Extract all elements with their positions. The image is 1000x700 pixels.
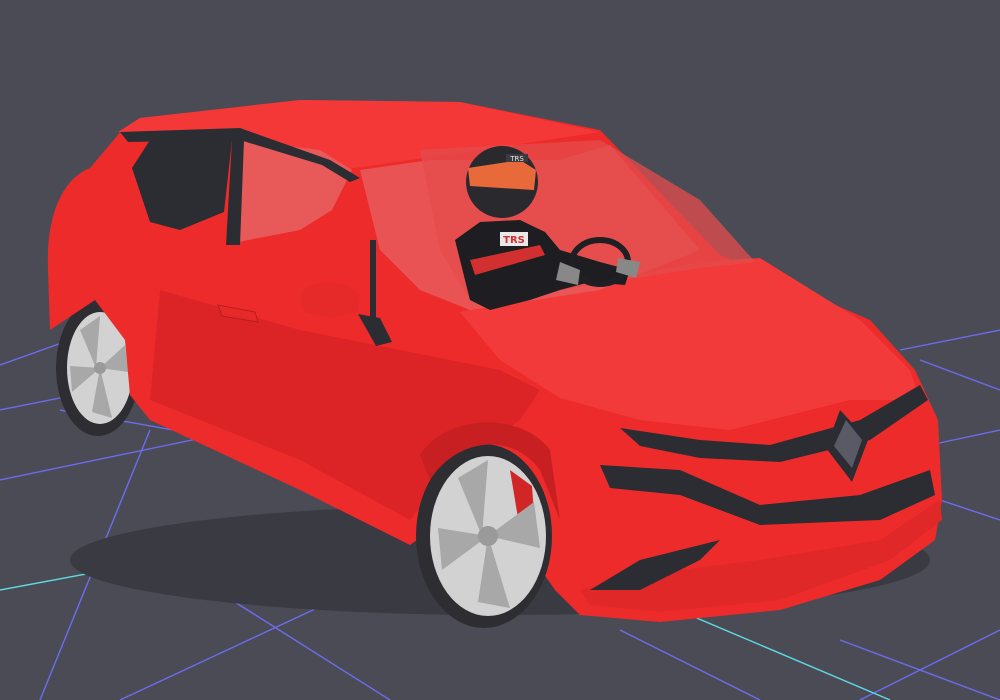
driver-suit-text: TRS <box>503 235 525 246</box>
front-hub <box>478 526 498 546</box>
mirror-arm <box>370 240 376 320</box>
scene-canvas: TRS TRS <box>0 0 1000 700</box>
driver-helmet-text: TRS <box>509 155 524 163</box>
front-wheel[interactable] <box>416 444 552 628</box>
3d-viewport[interactable]: TRS TRS <box>0 0 1000 700</box>
rear-hub <box>94 362 106 374</box>
